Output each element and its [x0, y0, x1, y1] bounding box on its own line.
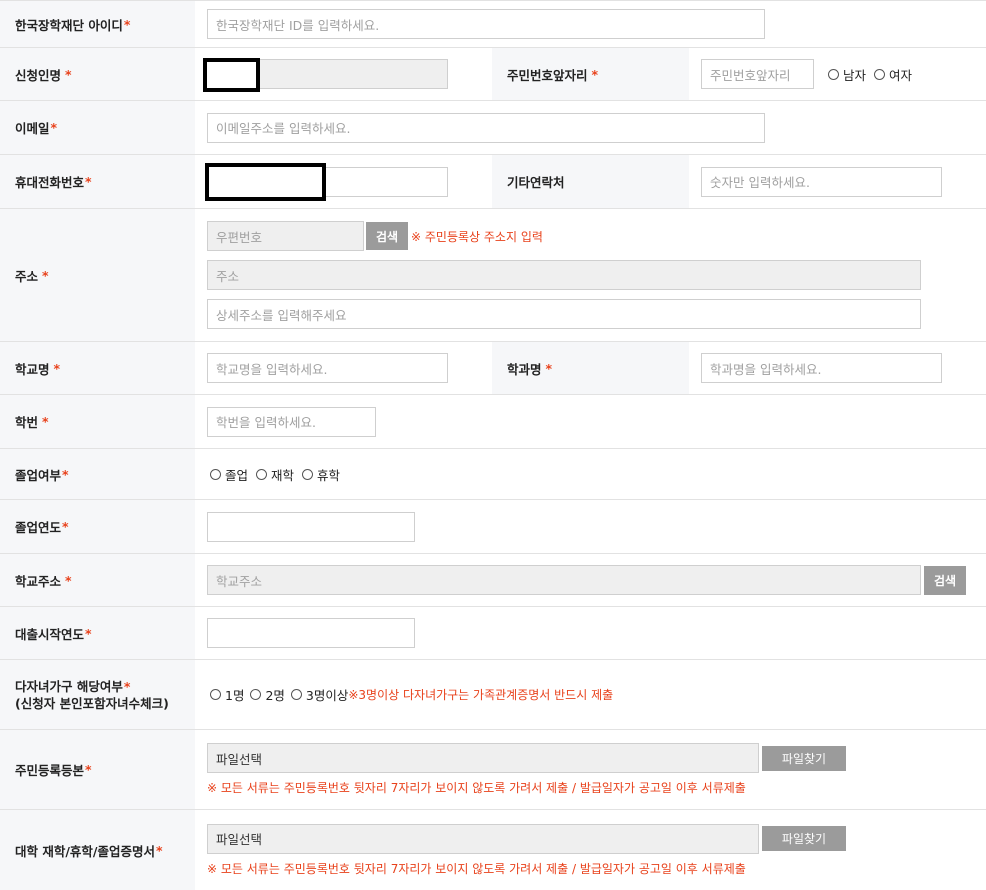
label-multi-child: 다자녀가구 해당여부* (신청자 본인포함자녀수체크) — [0, 660, 195, 729]
grad-year-input[interactable] — [207, 511, 415, 542]
row-address: 주소 * 우편번호 검색 ※ 주민등록상 주소지 입력 주소 상세주소를 입력해주… — [0, 209, 986, 342]
redaction-box — [203, 58, 260, 92]
label-mobile: 휴대전화번호 * — [0, 155, 195, 208]
radio-circle-icon — [210, 689, 221, 700]
univ-doc-find-button[interactable]: 파일찾기 — [762, 826, 846, 851]
row-multi-child: 다자녀가구 해당여부* (신청자 본인포함자녀수체크) 1명 2명 3명이상 ※… — [0, 660, 986, 730]
application-form: 한국장학재단 아이디 * 한국장학재단 ID를 입력하세요. 신청인명 * 주민번호… — [0, 0, 986, 890]
row-kosaf-id: 한국장학재단 아이디 * 한국장학재단 ID를 입력하세요. — [0, 1, 986, 48]
school-addr-input: 학교주소 — [207, 565, 921, 595]
row-loan-year: 대출시작연도 * — [0, 607, 986, 660]
label-student-no: 학번 * — [0, 395, 195, 448]
resident-doc-note: ※ 모든 서류는 주민등록번호 뒷자리 7자리가 보이지 않도록 가려서 제출 … — [207, 781, 746, 795]
row-school: 학교명 * 학교명을 입력하세요. 학과명 * 학과명을 입력하세요. — [0, 342, 986, 395]
label-email: 이메일 * — [0, 101, 195, 154]
row-resident-doc: 주민등록등본 * 파일선택 파일찾기 ※ 모든 서류는 주민등록번호 뒷자리 7자… — [0, 730, 986, 810]
radio-circle-icon — [874, 68, 886, 80]
school-addr-search-button[interactable]: 검색 — [924, 565, 966, 595]
radio-female[interactable]: 여자 — [874, 65, 912, 84]
label-resident-doc: 주민등록등본 * — [0, 730, 195, 809]
student-no-input[interactable]: 학번을 입력하세요. — [207, 406, 376, 437]
label-loan-year: 대출시작연도 * — [0, 607, 195, 659]
label-other-contact: 기타연락처 — [492, 155, 689, 208]
radio-circle-icon — [250, 689, 262, 700]
radio-circle-icon — [210, 468, 221, 480]
label-name: 신청인명 * — [0, 48, 195, 100]
label-kosaf-id: 한국장학재단 아이디 * — [0, 1, 195, 47]
label-school-addr: 학교주소 * — [0, 554, 195, 606]
label-school: 학교명 * — [0, 342, 195, 394]
radio-1-child[interactable]: 1명 — [210, 685, 244, 704]
label-graduation: 졸업여부 * — [0, 449, 195, 499]
univ-doc-note: ※ 모든 서류는 주민등록번호 뒷자리 7자리가 보이지 않도록 가려서 제출 … — [207, 861, 746, 876]
label-univ-doc: 대학 재학/휴학/졸업증명서 * — [0, 810, 195, 890]
zip-input: 우편번호 — [207, 221, 364, 251]
label-resident-front: 주민번호앞자리 * — [492, 48, 689, 100]
radio-circle-icon — [828, 68, 839, 80]
address-detail-input[interactable]: 상세주소를 입력해주세요 — [207, 299, 921, 329]
row-mobile: 휴대전화번호 * 기타연락처 숫자만 입력하세요. — [0, 155, 986, 209]
row-grad-year: 졸업연도 * — [0, 500, 986, 554]
radio-male[interactable]: 남자 — [828, 65, 866, 84]
row-name: 신청인명 * 주민번호앞자리 * 주민번호앞자리 남자 여자 — [0, 48, 986, 101]
zip-search-button[interactable]: 검색 — [366, 222, 408, 250]
loan-year-input[interactable] — [207, 618, 415, 648]
radio-circle-icon — [302, 468, 314, 480]
resident-doc-find-button[interactable]: 파일찾기 — [762, 745, 846, 771]
row-student-no: 학번 * 학번을 입력하세요. — [0, 395, 986, 449]
row-email: 이메일 * 이메일주소를 입력하세요. — [0, 101, 986, 155]
radio-3plus-child[interactable]: 3명이상 — [290, 685, 348, 704]
label-grad-year: 졸업연도 * — [0, 500, 195, 553]
row-school-addr: 학교주소 * 학교주소 검색 — [0, 554, 986, 607]
email-input[interactable]: 이메일주소를 입력하세요. — [207, 112, 765, 143]
school-input[interactable]: 학교명을 입력하세요. — [207, 353, 448, 383]
radio-2-child[interactable]: 2명 — [250, 685, 285, 704]
radio-circle-icon — [290, 689, 302, 700]
department-input[interactable]: 학과명을 입력하세요. — [701, 353, 942, 383]
radio-leave[interactable]: 휴학 — [302, 465, 340, 484]
row-univ-doc: 대학 재학/휴학/졸업증명서 * 파일선택 파일찾기 ※ 모든 서류는 주민등록번… — [0, 810, 986, 890]
redaction-box — [205, 163, 326, 201]
address-input: 주소 — [207, 260, 921, 290]
radio-graduated[interactable]: 졸업 — [210, 465, 248, 484]
label-address: 주소 * — [0, 209, 195, 341]
address-note: ※ 주민등록상 주소지 입력 — [411, 229, 543, 244]
radio-enrolled[interactable]: 재학 — [256, 465, 294, 484]
univ-doc-file-input: 파일선택 — [207, 823, 759, 854]
resident-doc-file-input: 파일선택 — [207, 743, 759, 773]
resident-front-input[interactable]: 주민번호앞자리 — [701, 59, 814, 89]
radio-circle-icon — [256, 468, 268, 480]
row-graduation: 졸업여부 * 졸업 재학 휴학 — [0, 449, 986, 500]
kosaf-id-input[interactable]: 한국장학재단 ID를 입력하세요. — [207, 9, 765, 39]
label-department: 학과명 * — [492, 342, 689, 394]
other-contact-input[interactable]: 숫자만 입력하세요. — [701, 166, 942, 197]
multi-child-note: ※3명이상 다자녀가구는 가족관계증명서 반드시 제출 — [348, 688, 614, 702]
